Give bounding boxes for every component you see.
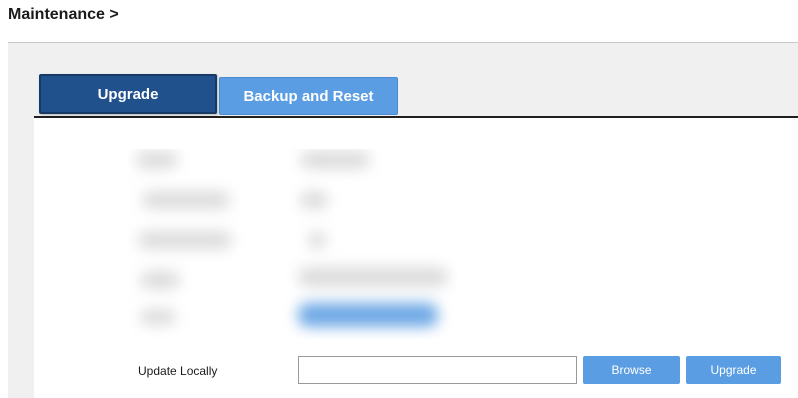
- redacted-blob: [142, 191, 230, 209]
- redacted-blob: [300, 151, 370, 169]
- tab-backup-and-reset-label: Backup and Reset: [243, 87, 374, 105]
- tab-underline: [34, 116, 798, 118]
- browse-button-label: Browse: [611, 363, 652, 377]
- redacted-blob: [140, 309, 176, 325]
- tab-backup-and-reset[interactable]: Backup and Reset: [219, 77, 398, 115]
- redacted-blob: [308, 231, 326, 249]
- maintenance-page: Maintenance > Upgrade Backup and Reset U…: [0, 0, 798, 398]
- redacted-blob: [300, 191, 328, 209]
- browse-button[interactable]: Browse: [583, 356, 680, 384]
- upgrade-button-label: Upgrade: [710, 363, 757, 377]
- upgrade-button[interactable]: Upgrade: [686, 356, 781, 384]
- redacted-blob: [298, 303, 438, 327]
- redacted-info-region: [128, 149, 457, 339]
- tab-upgrade-label: Upgrade: [97, 85, 159, 103]
- redacted-content: [128, 149, 457, 339]
- redacted-blob: [136, 151, 178, 169]
- update-locally-label: Update Locally: [138, 364, 218, 378]
- redacted-blob: [138, 231, 232, 249]
- redacted-blob: [140, 271, 180, 289]
- tab-upgrade[interactable]: Upgrade: [39, 74, 217, 114]
- redacted-blob: [298, 267, 448, 287]
- breadcrumb[interactable]: Maintenance >: [8, 6, 119, 24]
- firmware-file-input[interactable]: [298, 356, 577, 384]
